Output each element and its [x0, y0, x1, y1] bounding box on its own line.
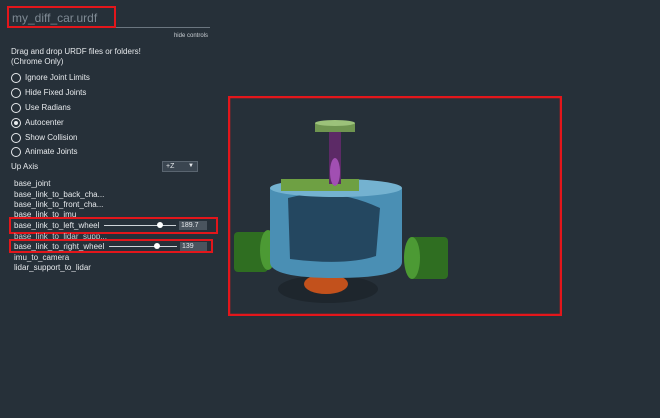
toggle-ignore-joint-limits[interactable]: Ignore Joint Limits: [11, 72, 90, 83]
joint-base-link-to-right-wheel[interactable]: base_link_to_right_wheel: [14, 242, 104, 252]
toggle-label: Animate Joints: [25, 147, 78, 156]
left-wheel-value-input[interactable]: 189.7: [179, 221, 207, 230]
joint-base-joint[interactable]: base_joint: [14, 179, 50, 189]
joint-base-link-to-front-caster[interactable]: base_link_to_front_cha...: [14, 200, 103, 210]
radio-icon: [11, 72, 21, 83]
right-wheel: [404, 237, 448, 279]
drag-drop-instructions: Drag and drop URDF files or folders! (Ch…: [11, 47, 141, 66]
joint-imu-to-camera[interactable]: imu_to_camera: [14, 253, 69, 263]
joint-lidar-support-to-lidar[interactable]: lidar_support_to_lidar: [14, 263, 91, 273]
robot-base-cylinder: [270, 179, 402, 278]
joint-base-link-to-left-wheel[interactable]: base_link_to_left_wheel: [14, 221, 99, 231]
diff-drive-robot-model: [234, 120, 448, 303]
radio-icon: [11, 87, 21, 98]
up-axis-select[interactable]: +Z ▼: [162, 161, 198, 172]
joint-base-link-to-back-caster[interactable]: base_link_to_back_cha...: [14, 190, 104, 200]
lidar: [315, 120, 355, 132]
chevron-down-icon: ▼: [188, 163, 194, 169]
slider-track: [104, 225, 176, 226]
joint-base-link-to-lidar-support[interactable]: base_link_to_lidar_supp...: [14, 232, 107, 242]
toggle-label: Use Radians: [25, 103, 71, 112]
toggle-hide-fixed-joints[interactable]: Hide Fixed Joints: [11, 87, 86, 98]
toggle-use-radians[interactable]: Use Radians: [11, 102, 71, 113]
left-wheel-slider[interactable]: [104, 221, 176, 230]
urdf-filename-input[interactable]: [10, 9, 210, 28]
slider-track: [109, 246, 177, 247]
right-wheel-slider[interactable]: [109, 242, 177, 251]
joint-base-link-to-imu[interactable]: base_link_to_imu: [14, 210, 76, 220]
up-axis-label: Up Axis: [11, 162, 39, 171]
toggle-label: Hide Fixed Joints: [25, 88, 87, 97]
robot-3d-viewport[interactable]: [228, 96, 562, 316]
camera: [330, 158, 340, 186]
toggle-show-collision[interactable]: Show Collision: [11, 132, 77, 143]
radio-icon: [11, 132, 21, 143]
top-plate: [281, 179, 359, 191]
toggle-autocenter[interactable]: Autocenter: [11, 117, 64, 128]
toggle-label: Autocenter: [25, 118, 64, 127]
right-wheel-value-input[interactable]: 139: [180, 242, 207, 251]
radio-icon: [11, 102, 21, 113]
toggle-label: Show Collision: [25, 133, 78, 142]
toggle-label: Ignore Joint Limits: [25, 73, 90, 82]
radio-icon: [11, 146, 21, 157]
up-axis-value: +Z: [166, 163, 175, 170]
toggle-animate-joints[interactable]: Animate Joints: [11, 146, 77, 157]
left-wheel: [234, 230, 276, 272]
slider-thumb[interactable]: [157, 222, 163, 228]
slider-thumb[interactable]: [154, 243, 160, 249]
radio-checked-icon: [11, 117, 21, 128]
hide-controls-link[interactable]: hide controls: [160, 33, 208, 39]
